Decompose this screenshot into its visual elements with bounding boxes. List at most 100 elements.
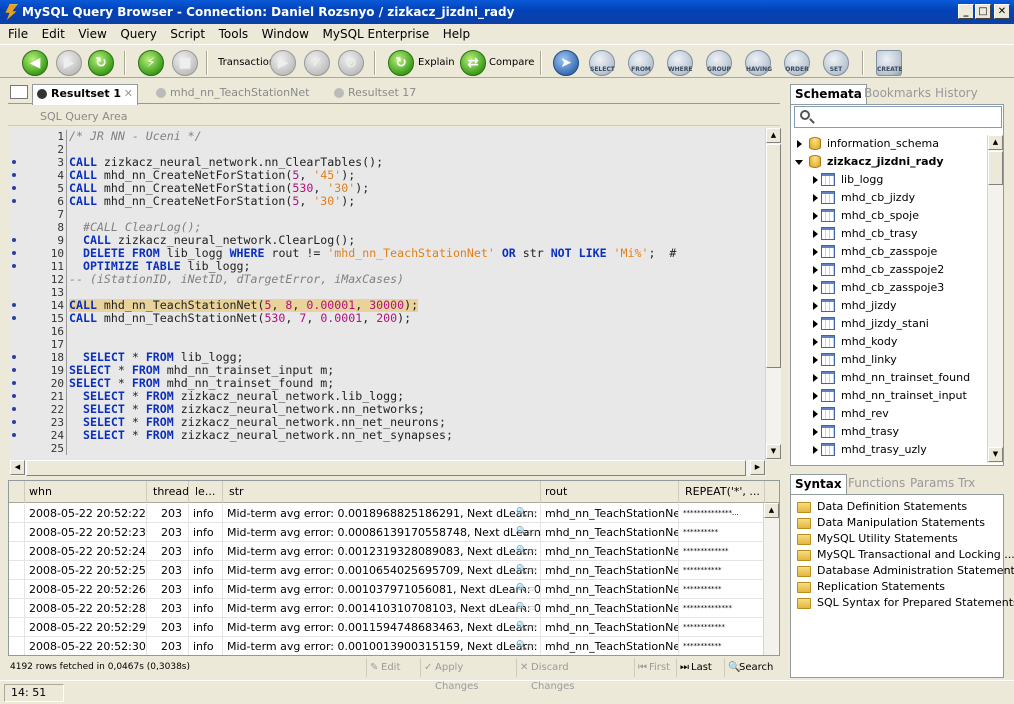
- table-cell[interactable]: Mid-term avg error: 0.00086139170558748,…: [223, 523, 541, 542]
- column-header-whn[interactable]: whn: [25, 481, 147, 503]
- blob-icons[interactable]: 🔍▭: [516, 561, 536, 580]
- blob-icons[interactable]: 🔍▭: [516, 523, 536, 542]
- editor-vertical-scrollbar[interactable]: ▲ ▼: [765, 128, 781, 460]
- table-cell[interactable]: 203: [147, 504, 189, 523]
- commit-button[interactable]: ✓: [304, 50, 330, 76]
- table-cell[interactable]: info: [189, 637, 223, 655]
- from-clause-button[interactable]: FROM: [628, 50, 654, 76]
- column-header-thread[interactable]: thread: [147, 481, 189, 503]
- back-button[interactable]: ◀: [22, 50, 48, 76]
- table-cell[interactable]: 203: [147, 542, 189, 561]
- blob-icons[interactable]: 🔍▭: [516, 618, 536, 637]
- new-tab-icon[interactable]: [10, 85, 28, 99]
- select-clause-button[interactable]: SELECT: [589, 50, 615, 76]
- table-cell[interactable]: info: [189, 542, 223, 561]
- table-cell[interactable]: Mid-term avg error: 0.001037971056081, N…: [223, 580, 541, 599]
- table-cell[interactable]: 2008-05-22 20:52:30: [25, 637, 147, 655]
- last-button[interactable]: ⏭ Last: [676, 658, 720, 677]
- scroll-right-arrow[interactable]: ▶: [750, 460, 765, 475]
- start-transaction-button[interactable]: ▶: [270, 50, 296, 76]
- table-row[interactable]: 2008-05-22 20:52:24 203 info Mid-term avg e…: [9, 542, 779, 561]
- table-cell[interactable]: 2008-05-22 20:52:24: [25, 542, 147, 561]
- collapsed-arrow-icon[interactable]: [813, 428, 818, 436]
- collapsed-arrow-icon[interactable]: [813, 248, 818, 256]
- table-cell[interactable]: 2008-05-22 20:52:26: [25, 580, 147, 599]
- blob-icons[interactable]: 🔍▭: [516, 599, 536, 618]
- editor-horizontal-scrollbar[interactable]: ◀ ▶: [10, 460, 766, 476]
- set-clause-button[interactable]: SET: [823, 50, 849, 76]
- create-button[interactable]: CREATE: [876, 50, 903, 76]
- collapsed-arrow-icon[interactable]: [813, 356, 818, 364]
- table-cell[interactable]: 203: [147, 580, 189, 599]
- table-cell[interactable]: Mid-term avg error: 0.0011594748683463, …: [223, 618, 541, 637]
- table-cell[interactable]: Mid-term avg error: 0.001410310708103, N…: [223, 599, 541, 618]
- sql-editor[interactable]: 1/* JR NN - Uceni */2 3 CALL zizkacz_neura…: [10, 128, 766, 460]
- table-row[interactable]: 2008-05-22 20:52:28 203 info Mid-term avg e…: [9, 599, 779, 618]
- group-clause-button[interactable]: GROUP: [706, 50, 732, 76]
- close-button[interactable]: ✕: [994, 4, 1010, 19]
- blob-icons[interactable]: 🔍▭: [516, 504, 536, 523]
- having-clause-button[interactable]: HAVING: [745, 50, 772, 76]
- table-cell[interactable]: 203: [147, 561, 189, 580]
- maximize-button[interactable]: □: [975, 4, 991, 19]
- table-cell[interactable]: mhd_nn_TeachStationNet: [541, 523, 679, 542]
- code-line[interactable]: 15 CALL mhd_nn_TeachStationNet(530, 7, 0.…: [10, 312, 766, 325]
- table-cell[interactable]: Mid-term avg error: 0.0018968825186291, …: [223, 504, 541, 523]
- where-clause-button[interactable]: WHERE: [667, 50, 693, 76]
- results-scrollbar[interactable]: ▲: [763, 503, 779, 655]
- code-line[interactable]: 16: [10, 325, 766, 338]
- scroll-up-arrow[interactable]: ▲: [988, 135, 1003, 150]
- code-line[interactable]: 6 CALL mhd_nn_CreateNetForStation(5, '30'…: [10, 195, 766, 208]
- rollback-button[interactable]: ⊘: [338, 50, 364, 76]
- table-cell[interactable]: info: [189, 618, 223, 637]
- scroll-thumb[interactable]: [766, 144, 781, 368]
- menu-file[interactable]: File: [0, 24, 33, 44]
- compare-button[interactable]: ⇄: [460, 50, 486, 76]
- tab-schemata[interactable]: Schemata: [790, 84, 867, 104]
- column-header-rout[interactable]: rout: [541, 481, 679, 503]
- apply-changes-button[interactable]: ✓ Apply Changes: [420, 658, 508, 692]
- table-cell[interactable]: info: [189, 599, 223, 618]
- table-row[interactable]: 2008-05-22 20:52:30 203 info Mid-term avg e…: [9, 637, 779, 655]
- scroll-down-arrow[interactable]: ▼: [766, 444, 781, 459]
- execute-button[interactable]: ⚡: [138, 50, 164, 76]
- menu-script[interactable]: Script: [165, 24, 210, 44]
- tab-resultset-1[interactable]: Resultset 1 ✕: [32, 84, 138, 105]
- tab-functions[interactable]: Functions: [844, 474, 909, 494]
- menu-window[interactable]: Window: [257, 24, 314, 44]
- order-clause-button[interactable]: ORDER: [784, 50, 810, 76]
- collapsed-arrow-icon[interactable]: [813, 284, 818, 292]
- collapsed-arrow-icon[interactable]: [813, 194, 818, 202]
- collapsed-arrow-icon[interactable]: [813, 410, 818, 418]
- table-cell[interactable]: Mid-term avg error: 0.0010013900315159, …: [223, 637, 541, 655]
- table-row[interactable]: 2008-05-22 20:52:23 203 info Mid-term avg e…: [9, 523, 779, 542]
- menu-view[interactable]: View: [73, 24, 111, 44]
- table-cell[interactable]: info: [189, 580, 223, 599]
- first-button[interactable]: ⏮ First: [634, 658, 674, 677]
- table-cell[interactable]: *************: [679, 542, 765, 561]
- scroll-left-arrow[interactable]: ◀: [10, 460, 25, 475]
- table-cell[interactable]: Mid-term avg error: 0.0010654025695709, …: [223, 561, 541, 580]
- table-cell[interactable]: info: [189, 561, 223, 580]
- code-line[interactable]: 25: [10, 442, 766, 455]
- menu-tools[interactable]: Tools: [214, 24, 254, 44]
- schema-search-input[interactable]: [794, 106, 1002, 128]
- collapsed-arrow-icon[interactable]: [813, 266, 818, 274]
- table-cell[interactable]: ************: [679, 618, 765, 637]
- scroll-up-arrow[interactable]: ▲: [764, 503, 779, 518]
- search-button[interactable]: 🔍 Search: [724, 658, 778, 677]
- table-cell[interactable]: 2008-05-22 20:52:25: [25, 561, 147, 580]
- refresh-button[interactable]: ↻: [88, 50, 114, 76]
- scroll-down-arrow[interactable]: ▼: [988, 447, 1003, 462]
- table-cell[interactable]: 2008-05-22 20:52:23: [25, 523, 147, 542]
- column-header-repeat[interactable]: REPEAT('*', ...: [679, 481, 765, 503]
- tab-teach-station-net[interactable]: mhd_nn_TeachStationNet: [152, 84, 322, 104]
- collapsed-arrow-icon[interactable]: [813, 176, 818, 184]
- tab-trx[interactable]: Trx: [954, 474, 979, 494]
- collapsed-arrow-icon[interactable]: [813, 302, 818, 310]
- menu-mysql-enterprise[interactable]: MySQL Enterprise: [318, 24, 435, 44]
- collapsed-arrow-icon[interactable]: [813, 446, 818, 454]
- menu-query[interactable]: Query: [115, 24, 161, 44]
- collapsed-arrow-icon[interactable]: [813, 230, 818, 238]
- table-cell[interactable]: Mid-term avg error: 0.0012319328089083, …: [223, 542, 541, 561]
